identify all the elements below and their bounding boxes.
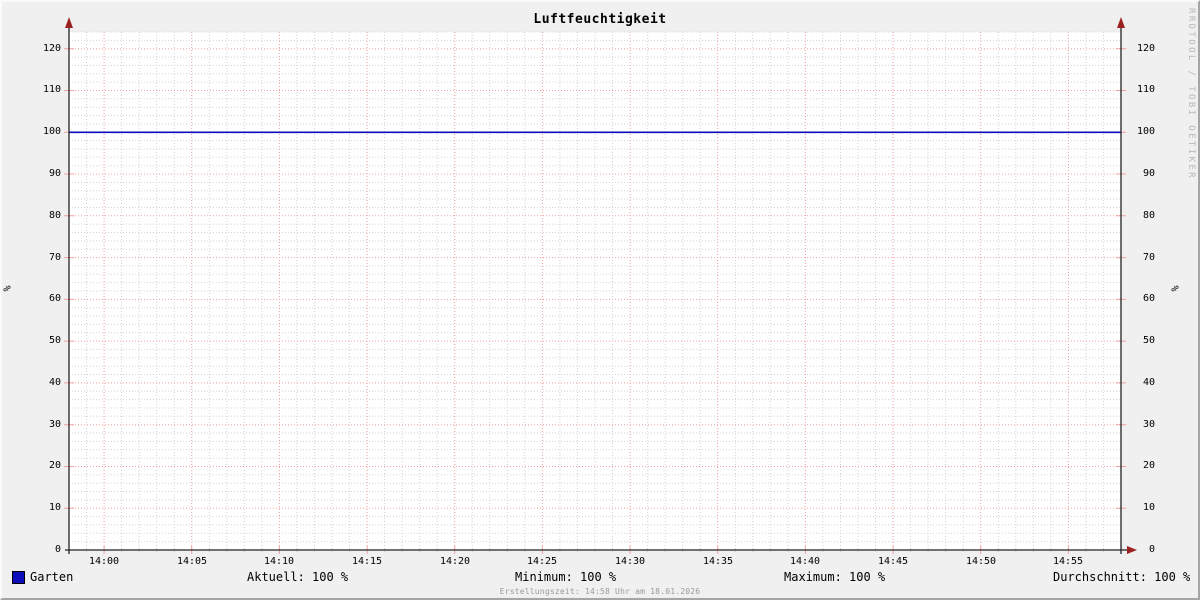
- y-tick-label-left: 80: [48, 210, 61, 221]
- stat-aktuell: Aktuell: 100 %: [247, 570, 349, 584]
- y-tick-label-right: 60: [1142, 293, 1155, 304]
- x-tick-label: 14:50: [965, 556, 997, 567]
- x-tick-label: 14:20: [439, 556, 471, 567]
- stat-durchschnitt: Durchschnitt: 100 %: [1053, 570, 1191, 584]
- plot-area: [64, 17, 1137, 554]
- y-tick-label-right: 50: [1142, 335, 1155, 346]
- x-tick-label: 14:55: [1052, 556, 1084, 567]
- y-tick-label-right: 30: [1142, 419, 1155, 430]
- y-tick-label-left: 10: [48, 502, 61, 513]
- y-tick-label-left: 40: [48, 377, 61, 388]
- y-tick-label-right: 20: [1142, 460, 1155, 471]
- x-tick-label: 14:15: [351, 556, 383, 567]
- x-tick-label: 14:45: [877, 556, 909, 567]
- legend-series-label: Garten: [30, 570, 74, 584]
- y-tick-label-right: 0: [1148, 544, 1155, 555]
- y-tick-label-right: 120: [1136, 43, 1155, 54]
- rrd-graph: Luftfeuchtigkeit RRDTOOL / TOBI OETIKER …: [0, 0, 1200, 600]
- y-tick-label-left: 0: [54, 544, 61, 555]
- x-tick-label: 14:00: [88, 556, 120, 567]
- y-tick-label-left: 60: [48, 293, 61, 304]
- y-tick-label-left: 70: [48, 252, 61, 263]
- x-tick-label: 14:10: [263, 556, 295, 567]
- y-tick-label-right: 80: [1142, 210, 1155, 221]
- y-tick-label-left: 110: [42, 84, 61, 95]
- y-tick-label-right: 90: [1142, 168, 1155, 179]
- y-tick-label-right: 70: [1142, 252, 1155, 263]
- legend-row: Garten Aktuell: 100 % Minimum: 100 % Max…: [2, 570, 1198, 584]
- x-tick-label: 14:30: [614, 556, 646, 567]
- y-tick-label-left: 30: [48, 419, 61, 430]
- creation-timestamp: Erstellungszeit: 14:58 Uhr am 18.01.2026: [499, 587, 701, 596]
- stat-minimum: Minimum: 100 %: [515, 570, 617, 584]
- x-tick-label: 14:40: [789, 556, 821, 567]
- y-tick-label-right: 110: [1136, 84, 1155, 95]
- x-tick-label: 14:05: [176, 556, 208, 567]
- y-tick-label-right: 10: [1142, 502, 1155, 513]
- y-tick-label-right: 100: [1136, 126, 1155, 137]
- y-tick-label-left: 100: [42, 126, 61, 137]
- x-tick-label: 14:35: [702, 556, 734, 567]
- y-tick-label-left: 20: [48, 460, 61, 471]
- stat-maximum: Maximum: 100 %: [784, 570, 886, 584]
- y-tick-label-left: 120: [42, 43, 61, 54]
- y-tick-label-left: 50: [48, 335, 61, 346]
- y-tick-label-right: 40: [1142, 377, 1155, 388]
- x-tick-label: 14:25: [526, 556, 558, 567]
- y-tick-label-left: 90: [48, 168, 61, 179]
- legend-swatch-garten: [12, 571, 25, 584]
